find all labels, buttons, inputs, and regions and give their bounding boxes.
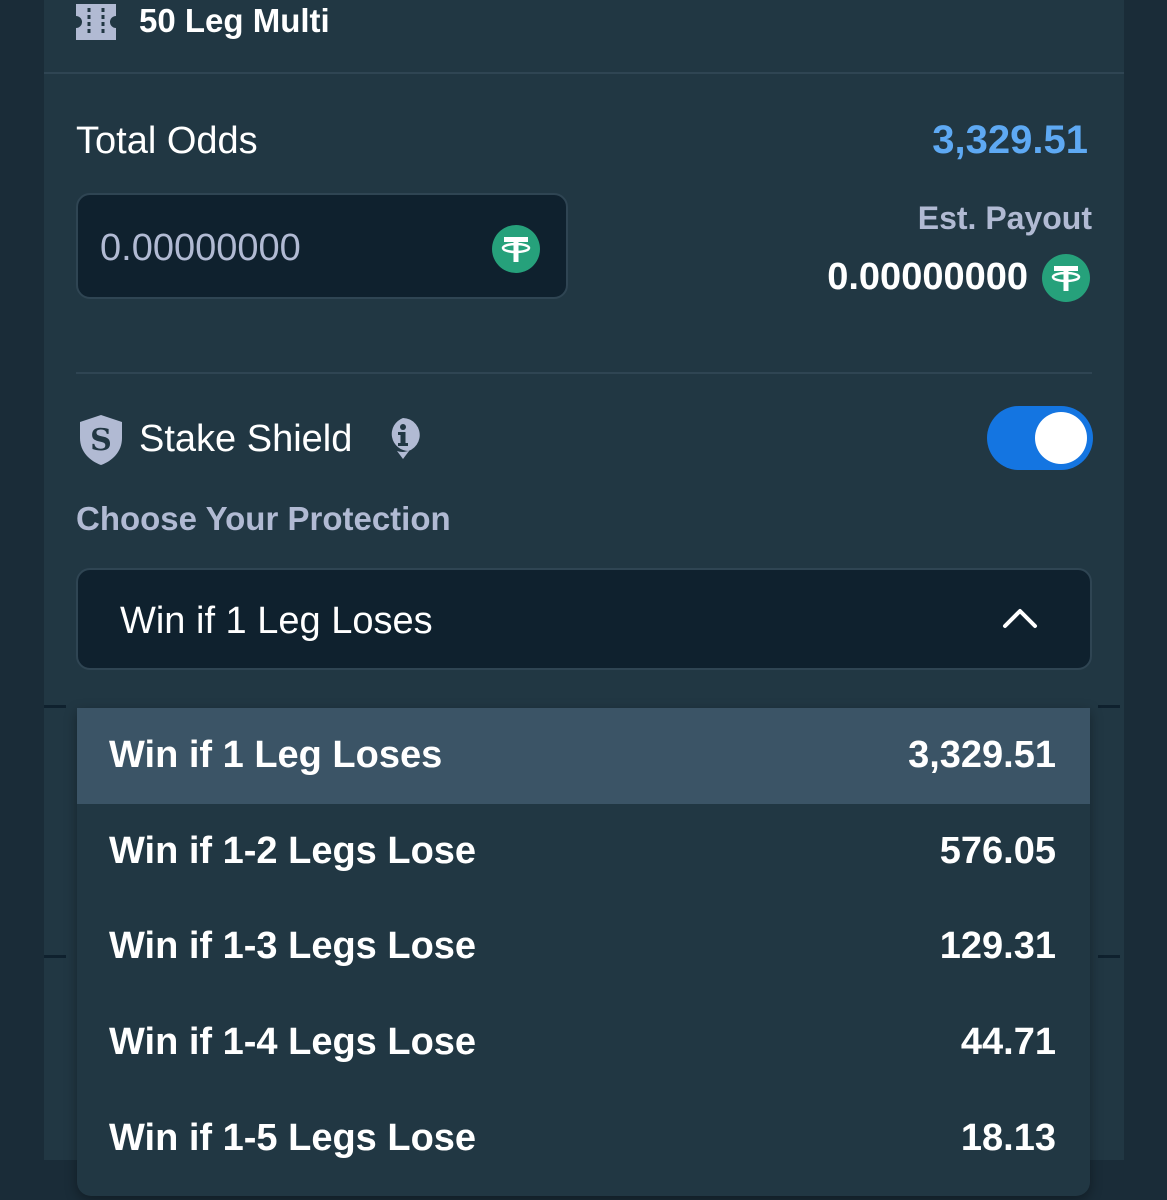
protection-option[interactable]: Win if 1-2 Legs Lose 576.05	[77, 804, 1090, 900]
protection-option-label: Win if 1 Leg Loses	[109, 734, 443, 777]
protection-option[interactable]: Win if 1-5 Legs Lose 18.13	[77, 1090, 1090, 1186]
stake-shield-label: Stake Shield	[139, 418, 353, 460]
protection-option-label: Win if 1-5 Legs Lose	[109, 1116, 477, 1159]
protection-option-label: Win if 1-3 Legs Lose	[109, 925, 477, 968]
shield-icon: S	[80, 415, 122, 465]
protection-dropdown-menu: Win if 1 Leg Loses 3,329.51 Win if 1-2 L…	[77, 708, 1090, 1196]
usdt-icon	[1042, 254, 1090, 302]
choose-protection-label: Choose Your Protection	[76, 500, 451, 537]
bet-type-title: 50 Leg Multi	[139, 2, 330, 39]
background-edge	[44, 955, 66, 958]
protection-select[interactable]: Win if 1 Leg Loses	[76, 568, 1092, 670]
usdt-icon	[492, 225, 540, 273]
section-divider	[76, 372, 1092, 374]
chevron-up-icon[interactable]	[1002, 606, 1038, 630]
total-odds-value: 3,329.51	[932, 118, 1088, 162]
stake-amount-input[interactable]: 0.00000000	[76, 193, 568, 299]
protection-option-odds: 576.05	[939, 829, 1056, 872]
background-edge	[1098, 955, 1120, 958]
protection-option-odds: 44.71	[960, 1021, 1056, 1064]
background-edge	[44, 705, 66, 708]
toggle-knob	[1035, 412, 1087, 464]
protection-option[interactable]: Win if 1 Leg Loses 3,329.51	[77, 708, 1090, 804]
page-background-left	[0, 0, 44, 1200]
est-payout-value: 0.00000000	[827, 256, 1028, 298]
svg-text:S: S	[90, 423, 112, 458]
background-edge	[1098, 705, 1120, 708]
stake-amount-value[interactable]: 0.00000000	[100, 227, 301, 270]
stake-shield-toggle[interactable]	[987, 406, 1093, 470]
protection-option-odds: 18.13	[960, 1116, 1056, 1159]
protection-selected-value[interactable]: Win if 1 Leg Loses	[120, 600, 433, 643]
page-background-right	[1124, 0, 1167, 1200]
protection-option-label: Win if 1-2 Legs Lose	[109, 829, 477, 872]
protection-option-odds: 3,329.51	[908, 734, 1056, 777]
bet-slip-header: 50 Leg Multi	[44, 0, 1124, 74]
protection-option[interactable]: Win if 1-4 Legs Lose 44.71	[77, 995, 1090, 1091]
total-odds-label: Total Odds	[76, 120, 258, 162]
est-payout-label: Est. Payout	[917, 200, 1092, 236]
protection-option[interactable]: Win if 1-3 Legs Lose 129.31	[77, 899, 1090, 995]
protection-option-label: Win if 1-4 Legs Lose	[109, 1021, 477, 1064]
ticket-icon	[76, 4, 116, 40]
info-icon[interactable]	[384, 418, 422, 460]
protection-option-odds: 129.31	[939, 925, 1056, 968]
